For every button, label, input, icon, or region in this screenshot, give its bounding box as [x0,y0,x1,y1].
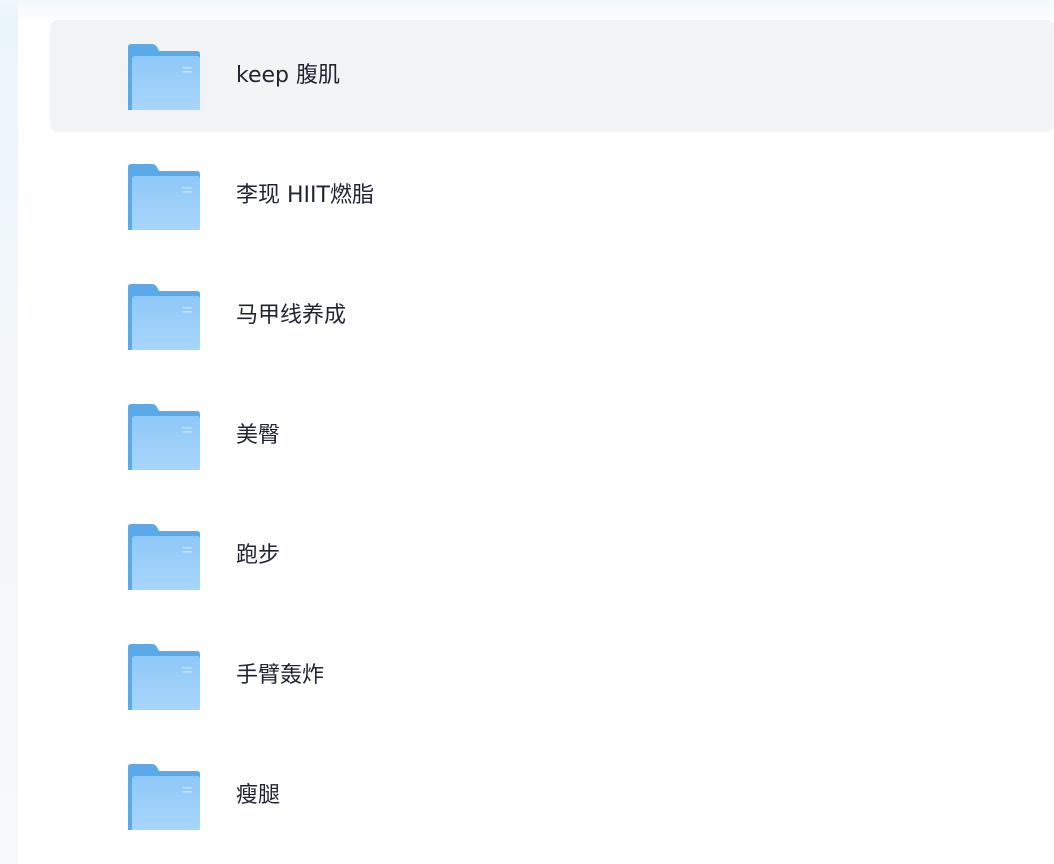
folder-row-keep-abs[interactable]: keep 腹肌 [50,20,1054,132]
folder-name: 马甲线养成 [236,303,347,328]
folder-name: 美臀 [236,423,281,448]
folder-name: 李现 HIIT燃脂 [236,183,374,208]
folder-name: 手臂轰炸 [236,663,325,688]
sidebar-edge [0,0,18,864]
folder-icon [128,404,200,470]
folder-icon [128,764,200,830]
folder-row-vest-line[interactable]: 马甲线养成 [50,260,1054,372]
folder-name: keep 腹肌 [236,63,340,88]
folder-icon [128,644,200,710]
folder-icon [128,44,200,110]
folder-name: 瘦腿 [236,783,281,808]
folder-row-glutes[interactable]: 美臀 [50,380,1054,492]
folder-name: 跑步 [236,543,281,568]
folder-icon [128,524,200,590]
folder-row-lixian-hiit[interactable]: 李现 HIIT燃脂 [50,140,1054,252]
folder-icon [128,284,200,350]
folder-list: keep 腹肌 李现 HIIT燃脂 马甲线养成 美臀 跑步 手臂轰炸 瘦腿 [50,20,1054,860]
folder-icon [128,164,200,230]
folder-row-running[interactable]: 跑步 [50,500,1054,612]
folder-row-arm-blast[interactable]: 手臂轰炸 [50,620,1054,732]
folder-row-slim-legs[interactable]: 瘦腿 [50,740,1054,852]
